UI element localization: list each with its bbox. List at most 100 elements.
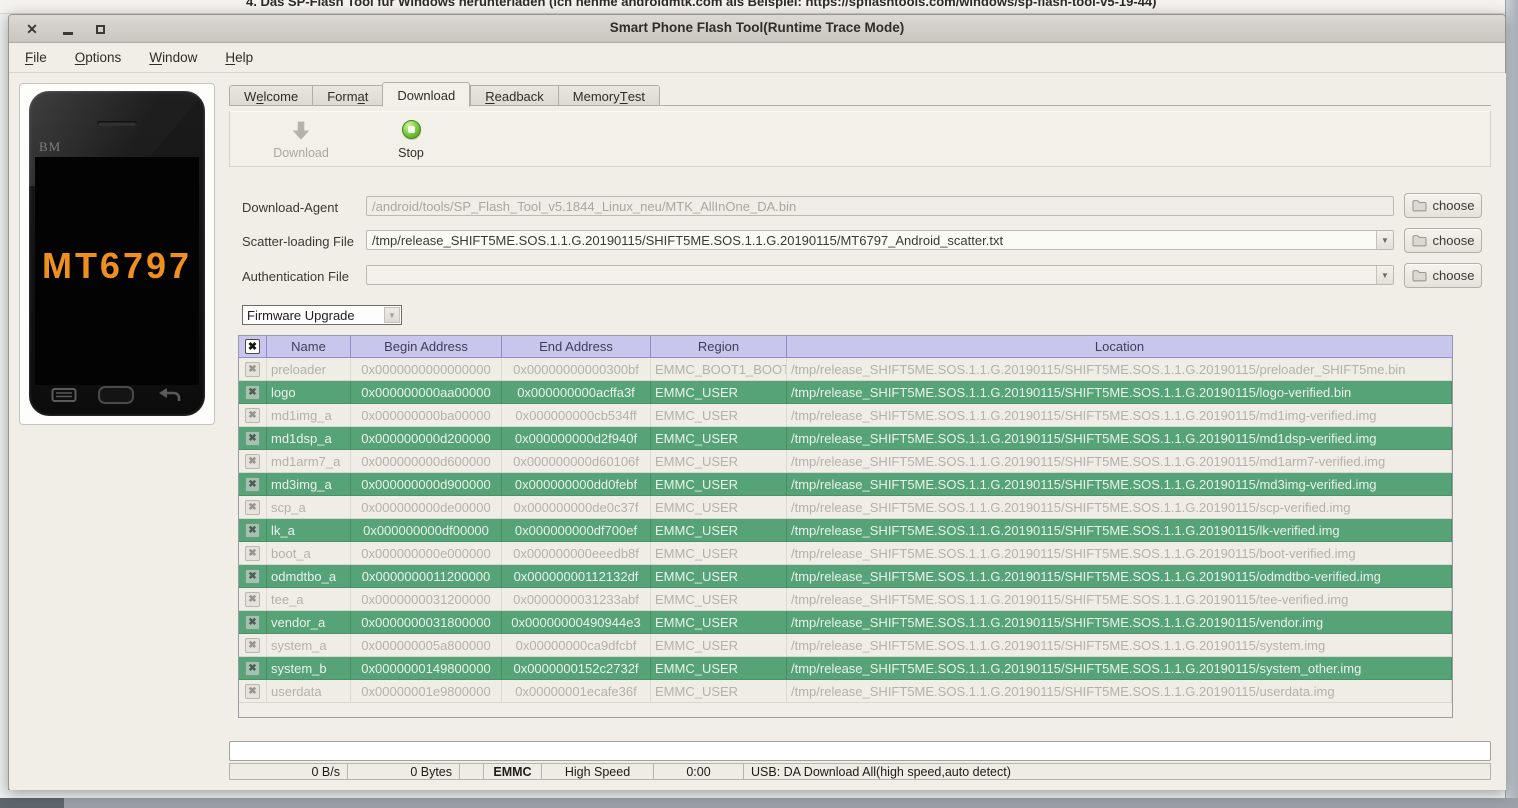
cell-region: EMMC_USER xyxy=(651,496,787,519)
auth-dropdown-arrow-icon[interactable]: ▼ xyxy=(1376,266,1393,284)
phone-illustration: BM MT6797 xyxy=(29,91,205,416)
row-checkbox[interactable]: ✖ xyxy=(245,361,260,377)
download-mode-select[interactable]: Firmware Upgrade ▼ xyxy=(242,305,402,325)
download-agent-label: Download-Agent xyxy=(242,200,339,215)
tab-memory-test[interactable]: Memory Test xyxy=(557,85,661,106)
cell-end-address: 0x00000000000300bf xyxy=(502,358,651,381)
stop-button[interactable]: Stop xyxy=(368,117,454,163)
cell-location: /tmp/release_SHIFT5ME.SOS.1.1.G.20190115… xyxy=(787,680,1452,703)
partition-row-logo[interactable]: ✖ logo 0x000000000aa00000 0x000000000acffa3… xyxy=(239,381,1452,404)
row-checkbox[interactable]: ✖ xyxy=(245,499,260,515)
partition-row-tee_a[interactable]: ✖ tee_a 0x0000000031200000 0x0000000031233a… xyxy=(239,588,1452,611)
cell-end-address: 0x0000000031233abf xyxy=(502,588,651,611)
partition-row-system_b[interactable]: ✖ system_b 0x0000000149800000 0x0000000152c… xyxy=(239,657,1452,680)
cell-location: /tmp/release_SHIFT5ME.SOS.1.1.G.20190115… xyxy=(787,427,1452,450)
row-checkbox-cell: ✖ xyxy=(239,404,267,427)
cell-name: scp_a xyxy=(267,496,351,519)
partition-row-md1img_a[interactable]: ✖ md1img_a 0x000000000ba00000 0x000000000cb… xyxy=(239,404,1452,427)
row-checkbox[interactable]: ✖ xyxy=(245,568,260,584)
row-checkbox-cell: ✖ xyxy=(239,588,267,611)
phone-nav-buttons xyxy=(29,382,205,408)
partition-row-md1dsp_a[interactable]: ✖ md1dsp_a 0x000000000d200000 0x000000000d2… xyxy=(239,427,1452,450)
cell-location: /tmp/release_SHIFT5ME.SOS.1.1.G.20190115… xyxy=(787,404,1452,427)
row-checkbox[interactable]: ✖ xyxy=(245,476,260,492)
row-checkbox[interactable]: ✖ xyxy=(245,522,260,538)
background-scrollbar xyxy=(1505,0,1518,808)
cell-begin-address: 0x000000000df00000 xyxy=(351,519,502,542)
cell-region: EMMC_USER xyxy=(651,542,787,565)
status-spacer xyxy=(460,764,484,779)
row-checkbox[interactable]: ✖ xyxy=(245,407,260,423)
partition-row-md3img_a[interactable]: ✖ md3img_a 0x000000000d900000 0x000000000dd… xyxy=(239,473,1452,496)
background-browser-text: 4. Das SP-Flash Tool für Windows herunte… xyxy=(246,0,1157,9)
scatter-file-choose-button[interactable]: choose xyxy=(1404,228,1482,253)
cell-region: EMMC_USER xyxy=(651,519,787,542)
partition-row-odmdtbo_a[interactable]: ✖ odmdtbo_a 0x0000000011200000 0x0000000011… xyxy=(239,565,1452,588)
row-checkbox[interactable]: ✖ xyxy=(245,430,260,446)
row-checkbox[interactable]: ✖ xyxy=(245,591,260,607)
partition-row-system_a[interactable]: ✖ system_a 0x000000005a800000 0x00000000ca9… xyxy=(239,634,1452,657)
menu-item-window[interactable]: Window xyxy=(149,50,197,65)
partition-row-boot_a[interactable]: ✖ boot_a 0x000000000e000000 0x000000000eeed… xyxy=(239,542,1452,565)
select-all-checkbox[interactable]: ✖ xyxy=(245,339,260,354)
cell-region: EMMC_BOOT1_BOOT2 xyxy=(651,358,787,381)
status-speed: 0 B/s xyxy=(230,764,348,779)
cell-region: EMMC_USER xyxy=(651,565,787,588)
download-button[interactable]: Download xyxy=(258,117,344,163)
scatter-file-combo[interactable]: /tmp/release_SHIFT5ME.SOS.1.1.G.20190115… xyxy=(366,230,1394,250)
row-checkbox[interactable]: ✖ xyxy=(245,637,260,653)
partition-row-vendor_a[interactable]: ✖ vendor_a 0x0000000031800000 0x00000000490… xyxy=(239,611,1452,634)
row-checkbox[interactable]: ✖ xyxy=(245,614,260,630)
column-header-end-address[interactable]: End Address xyxy=(502,336,651,358)
partition-table-body: ✖ preloader 0x0000000000000000 0x0000000000… xyxy=(239,358,1452,703)
download-agent-choose-button[interactable]: choose xyxy=(1404,193,1482,218)
tabbar: We lcome Form a t Download Readback Memory Test xyxy=(229,81,661,107)
toolbar: Download Stop xyxy=(229,111,1491,167)
tab-download[interactable]: Download xyxy=(382,82,471,107)
phone-brand-label: BM xyxy=(39,139,62,154)
phone-preview-panel: BM MT6797 xyxy=(19,83,215,425)
auth-file-choose-button[interactable]: choose xyxy=(1404,263,1482,288)
menu-item-file[interactable]: File xyxy=(25,50,47,65)
main-content: BM MT6797 We lcome Form a t Download Readback M… xyxy=(10,73,1506,790)
folder-icon xyxy=(1412,200,1426,212)
row-checkbox[interactable]: ✖ xyxy=(245,453,260,469)
cell-region: EMMC_USER xyxy=(651,634,787,657)
download-mode-value: Firmware Upgrade xyxy=(247,307,355,323)
row-checkbox[interactable]: ✖ xyxy=(245,384,260,400)
partition-row-md1arm7_a[interactable]: ✖ md1arm7_a 0x000000000d600000 0x000000000d… xyxy=(239,450,1452,473)
status-usb-info: USB: DA Download All(high speed,auto det… xyxy=(751,764,1011,779)
cell-begin-address: 0x0000000031800000 xyxy=(351,611,502,634)
partition-row-lk_a[interactable]: ✖ lk_a 0x000000000df00000 0x000000000df700e… xyxy=(239,519,1452,542)
cell-end-address: 0x000000000df700ef xyxy=(502,519,651,542)
titlebar[interactable]: ✕ Smart Phone Flash Tool(Runtime Trace M… xyxy=(9,15,1505,43)
tab-readback[interactable]: Readback xyxy=(470,85,558,106)
row-checkbox[interactable]: ✖ xyxy=(245,683,260,699)
cell-region: EMMC_USER xyxy=(651,473,787,496)
tab-format[interactable]: Form a t xyxy=(312,85,383,106)
choose-button-label: choose xyxy=(1432,268,1475,283)
row-checkbox-cell: ✖ xyxy=(239,634,267,657)
row-checkbox[interactable]: ✖ xyxy=(245,660,260,676)
partition-row-preloader[interactable]: ✖ preloader 0x0000000000000000 0x0000000000… xyxy=(239,358,1452,381)
cell-name: lk_a xyxy=(267,519,351,542)
choose-button-label: choose xyxy=(1432,233,1475,248)
status-usb-speed: High Speed xyxy=(542,764,654,779)
select-all-header-cell[interactable]: ✖ xyxy=(239,336,267,358)
tab-welcome[interactable]: We lcome xyxy=(229,85,313,106)
column-header-location[interactable]: Location xyxy=(787,336,1452,358)
scatter-dropdown-arrow-icon[interactable]: ▼ xyxy=(1376,231,1393,249)
cell-location: /tmp/release_SHIFT5ME.SOS.1.1.G.20190115… xyxy=(787,634,1452,657)
partition-row-scp_a[interactable]: ✖ scp_a 0x000000000de00000 0x000000000de0c3… xyxy=(239,496,1452,519)
cell-region: EMMC_USER xyxy=(651,404,787,427)
statusbar: 0 B/s 0 Bytes EMMC High Speed 0:00 USB: … xyxy=(229,763,1491,780)
row-checkbox[interactable]: ✖ xyxy=(245,545,260,561)
menu-item-options[interactable]: Options xyxy=(75,50,122,65)
column-header-region[interactable]: Region xyxy=(651,336,787,358)
partition-row-userdata[interactable]: ✖ userdata 0x00000001e9800000 0x00000001eca… xyxy=(239,680,1452,703)
menu-item-help[interactable]: Help xyxy=(225,50,253,65)
column-header-begin-address[interactable]: Begin Address xyxy=(351,336,502,358)
row-checkbox-cell: ✖ xyxy=(239,381,267,404)
column-header-name[interactable]: Name xyxy=(267,336,351,358)
auth-file-combo[interactable]: ▼ xyxy=(366,265,1394,285)
